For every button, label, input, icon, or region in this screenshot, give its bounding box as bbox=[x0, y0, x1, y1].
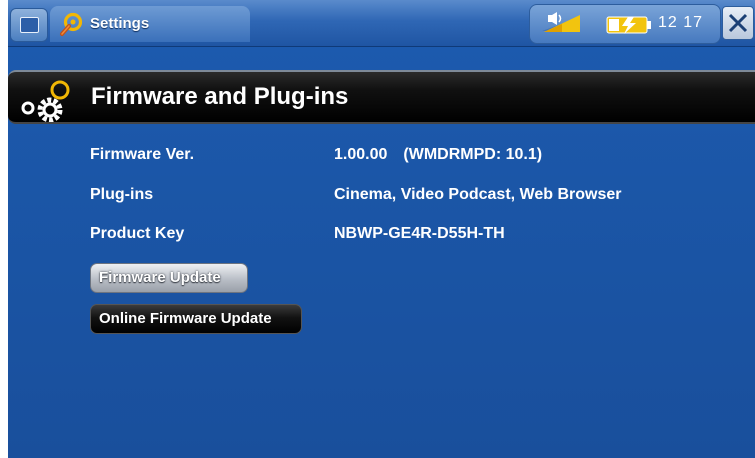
close-icon bbox=[728, 13, 748, 33]
speaker-icon[interactable] bbox=[540, 11, 584, 37]
status-bar: Settings 12 17 bbox=[8, 0, 755, 47]
gears-icon bbox=[21, 80, 70, 122]
app-title: Settings bbox=[90, 15, 150, 32]
battery-charging-icon bbox=[606, 16, 651, 34]
online-firmware-update-button[interactable]: Online Firmware Update bbox=[90, 304, 302, 334]
section-header: Firmware and Plug-ins bbox=[8, 70, 755, 124]
status-indicators: 12 17 bbox=[529, 4, 721, 44]
info-label: Plug-ins bbox=[90, 186, 154, 203]
info-label: Firmware Ver. bbox=[90, 146, 195, 163]
app-title-tab: Settings bbox=[50, 6, 250, 42]
firmware-version-value: 1.00.00 bbox=[334, 146, 388, 163]
drm-version-value: (WMDRMPD: 10.1) bbox=[403, 146, 543, 163]
firmware-update-button[interactable]: Firmware Update bbox=[90, 263, 248, 293]
info-value: Cinema, Video Podcast, Web Browser bbox=[334, 186, 622, 203]
section-title: Firmware and Plug-ins bbox=[91, 83, 349, 110]
home-button[interactable] bbox=[10, 8, 48, 42]
info-value: 1.00.00 (WMDRMPD: 10.1) bbox=[334, 146, 542, 164]
home-icon bbox=[20, 17, 39, 33]
close-button[interactable] bbox=[722, 6, 754, 40]
clock: 12 17 bbox=[658, 14, 704, 31]
settings-app-icon bbox=[60, 12, 83, 36]
info-label: Product Key bbox=[90, 225, 185, 242]
device-screen: Settings 12 17 Firmware and Plug-ins Fir… bbox=[8, 0, 755, 458]
info-value: NBWP-GE4R-D55H-TH bbox=[334, 225, 505, 242]
